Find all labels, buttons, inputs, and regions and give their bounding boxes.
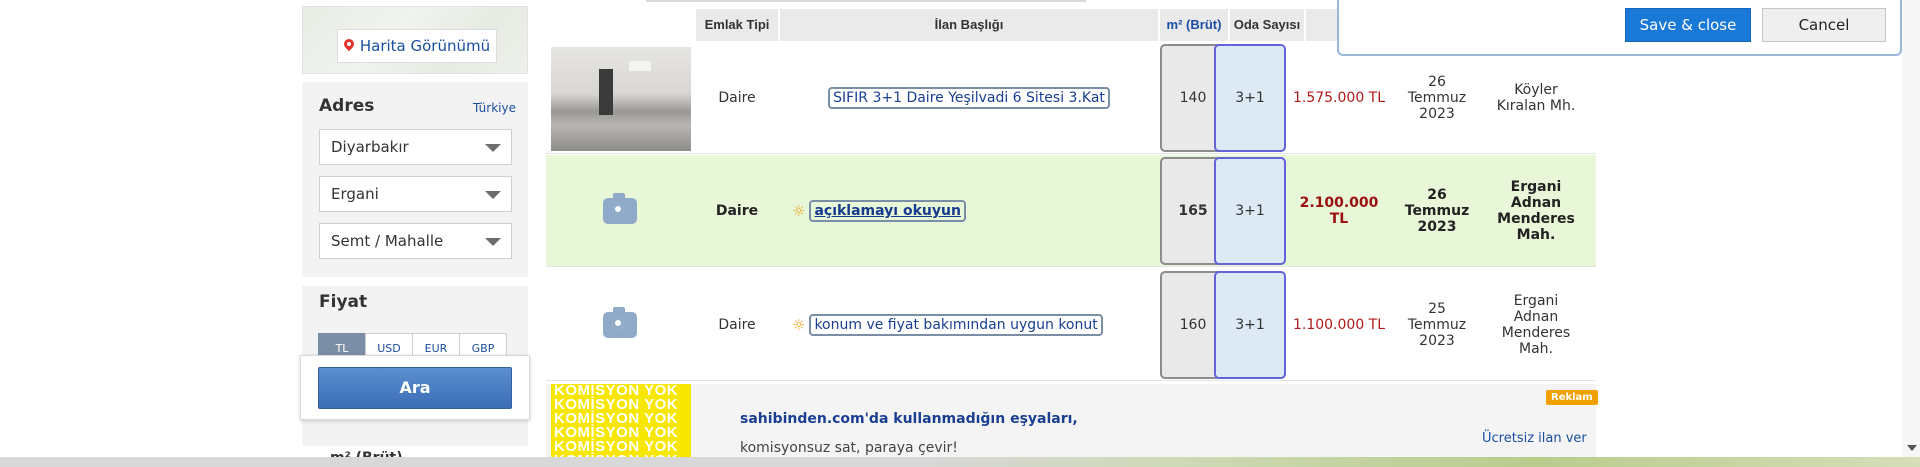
- rooms-cell: 3+1: [1214, 42, 1288, 154]
- scroll-down-arrow-icon[interactable]: [1907, 445, 1917, 451]
- search-button-container: Ara: [300, 355, 530, 420]
- photo-placeholder: [546, 155, 694, 267]
- district-select[interactable]: Ergani: [319, 176, 512, 212]
- price-value: 1.575.000 TL: [1292, 90, 1386, 106]
- ad-banner-image[interactable]: KOMİSYON YOK KOMİSYON YOK KOMİSYON YOK K…: [551, 384, 691, 467]
- emlak-tipi-cell: Daire: [718, 90, 756, 106]
- listing-title-link[interactable]: açıklamayı okuyun: [809, 200, 966, 222]
- chevron-down-icon: [485, 191, 501, 199]
- camera-icon: [603, 307, 637, 338]
- date-value: 26 Temmuz 2023: [1404, 187, 1470, 235]
- table-row[interactable]: Daire ☼ konum ve fiyat bakımından uygun …: [546, 269, 1596, 381]
- table-row[interactable]: Daire SIFIR 3+1 Daire Yeşilvadi 6 Sitesi…: [546, 42, 1596, 154]
- map-view-label: Harita Görünümü: [359, 37, 491, 55]
- table-row[interactable]: Daire ☼ açıklamayı okuyun 165 3+1 2.100.…: [546, 155, 1596, 267]
- date-cell: 25 Temmuz 2023: [1388, 269, 1486, 381]
- rooms-value: 3+1: [1214, 157, 1286, 265]
- neighborhood-select[interactable]: Semt / Mahalle: [319, 223, 512, 259]
- filter-sidebar: Harita Görünümü Adres Türkiye Diyarbakır…: [300, 0, 530, 467]
- location-cell: Köyler Kıralan Mh.: [1486, 42, 1586, 154]
- date-cell: 26 Temmuz 2023: [1388, 42, 1486, 154]
- vertical-scrollbar[interactable]: [1902, 0, 1920, 457]
- photo-door: [599, 69, 613, 115]
- ad-title[interactable]: sahibinden.com'da kullanmadığın eşyaları…: [740, 411, 1078, 427]
- location-cell: Ergani Adnan Menderes Mah.: [1486, 155, 1586, 267]
- price-title: Fiyat: [319, 292, 368, 312]
- date-value: 26 Temmuz 2023: [1407, 74, 1467, 122]
- header-oda-sayisi[interactable]: Oda Sayısı: [1230, 9, 1304, 41]
- emlak-tipi-cell: Daire: [718, 317, 756, 333]
- listing-photo[interactable]: [551, 47, 691, 151]
- rooms-cell: 3+1: [1214, 269, 1288, 381]
- location-value: Köyler Kıralan Mh.: [1496, 82, 1576, 114]
- save-close-button[interactable]: Save & close: [1625, 8, 1751, 42]
- ad-subtitle: komisyonsuz sat, paraya çevir!: [740, 440, 958, 456]
- divider: [646, 0, 1086, 2]
- photo-placeholder: [546, 269, 694, 381]
- chevron-down-icon: [485, 238, 501, 246]
- map-preview: Harita Görünümü: [302, 6, 528, 74]
- address-title: Adres: [319, 96, 375, 116]
- province-select[interactable]: Diyarbakır: [319, 129, 512, 165]
- taskbar-strip: [0, 457, 1920, 467]
- cancel-button[interactable]: Cancel: [1762, 8, 1886, 42]
- rooms-value: 3+1: [1214, 271, 1286, 379]
- listing-table: Emlak Tipi İlan Başlığı m² (Brüt) Oda Sa…: [546, 0, 1598, 467]
- price-cell: 2.100.000 TL: [1290, 155, 1388, 267]
- photo-light: [629, 61, 651, 71]
- province-value: Diyarbakır: [331, 138, 409, 156]
- chevron-down-icon: [485, 144, 501, 152]
- location-cell: Ergani Adnan Menderes Mah.: [1486, 269, 1586, 381]
- rooms-value: 3+1: [1214, 44, 1286, 152]
- emlak-tipi-cell: Daire: [715, 203, 759, 219]
- camera-icon: [603, 193, 637, 224]
- district-value: Ergani: [331, 185, 379, 203]
- header-m2[interactable]: m² (Brüt): [1160, 9, 1228, 41]
- price-cell: 1.575.000 TL: [1290, 42, 1388, 154]
- address-filter-panel: Adres Türkiye Diyarbakır Ergani Semt / M…: [302, 82, 528, 277]
- header-photo: [546, 9, 694, 41]
- listing-title-link[interactable]: SIFIR 3+1 Daire Yeşilvadi 6 Sitesi 3.Kat: [828, 87, 1110, 109]
- highlight-sun-icon: ☼: [792, 316, 806, 334]
- date-value: 25 Temmuz 2023: [1407, 301, 1467, 349]
- date-cell: 26 Temmuz 2023: [1388, 155, 1486, 267]
- header-ilan-basligi[interactable]: İlan Başlığı: [780, 9, 1158, 41]
- ad-badge: Reklam: [1546, 390, 1598, 405]
- map-view-button[interactable]: Harita Görünümü: [337, 29, 497, 63]
- price-value: 2.100.000 TL: [1299, 195, 1379, 227]
- neighborhood-placeholder: Semt / Mahalle: [331, 232, 444, 250]
- location-value: Ergani Adnan Menderes Mah.: [1501, 293, 1571, 357]
- price-cell: 1.100.000 TL: [1290, 269, 1388, 381]
- country-link[interactable]: Türkiye: [473, 101, 516, 115]
- highlight-sun-icon: ☼: [792, 202, 806, 220]
- advertisement-row[interactable]: KOMİSYON YOK KOMİSYON YOK KOMİSYON YOK K…: [546, 384, 1598, 467]
- title-cell: ☼ açıklamayı okuyun: [780, 155, 1158, 267]
- free-listing-link[interactable]: Ücretsiz ilan ver: [1482, 431, 1587, 446]
- save-dialog: Save & close Cancel: [1337, 0, 1902, 56]
- price-value: 1.100.000 TL: [1292, 317, 1386, 333]
- title-cell: ☼ konum ve fiyat bakımından uygun konut: [780, 269, 1158, 381]
- location-value: Ergani Adnan Menderes Mah.: [1497, 179, 1575, 243]
- rooms-cell: 3+1: [1214, 155, 1288, 267]
- title-cell: SIFIR 3+1 Daire Yeşilvadi 6 Sitesi 3.Kat: [780, 42, 1158, 154]
- listing-title-link[interactable]: konum ve fiyat bakımından uygun konut: [809, 314, 1103, 336]
- search-button[interactable]: Ara: [318, 367, 512, 409]
- header-emlak-tipi[interactable]: Emlak Tipi: [696, 9, 778, 41]
- map-pin-icon: [344, 39, 354, 53]
